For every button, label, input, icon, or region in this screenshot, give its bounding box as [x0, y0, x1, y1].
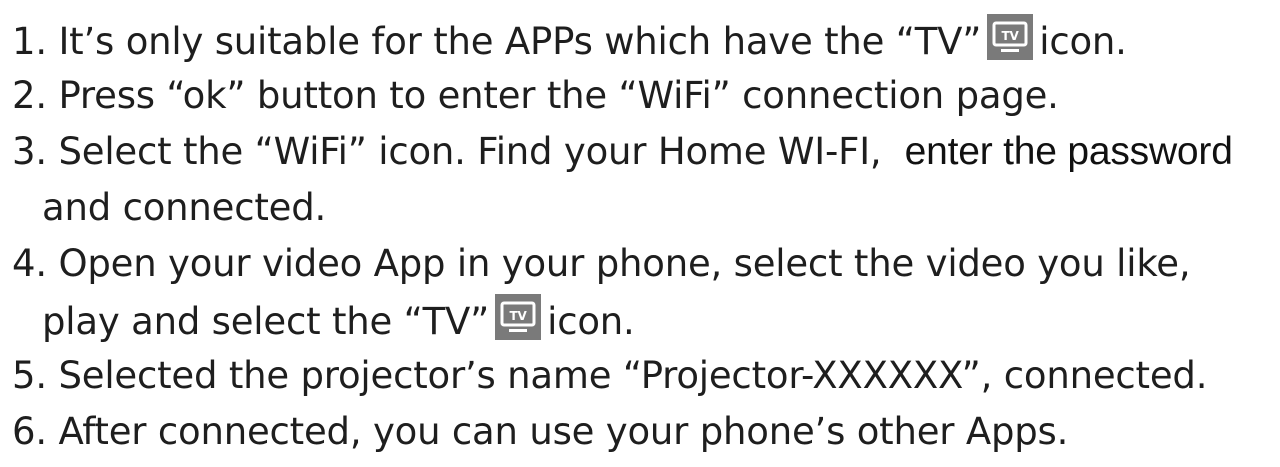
tv-icon-label: TV — [510, 309, 528, 323]
step-3-continuation: and connected. — [42, 182, 326, 234]
step-1: 1. It’s only suitable for the APPs which… — [12, 14, 1127, 66]
step-text-cont-after: icon. — [547, 300, 635, 343]
step-text: After connected, you can use your phone’… — [58, 410, 1069, 453]
step-text: Open your video App in your phone, selec… — [58, 242, 1191, 285]
tv-icon: TV — [987, 14, 1034, 60]
step-4: 4. Open your video App in your phone, se… — [12, 238, 1191, 290]
step-text: Selected the projector’s name “Projector… — [58, 354, 1208, 397]
step-text-cont: and connected. — [42, 186, 327, 229]
step-text-tail: enter the password — [904, 130, 1233, 173]
tv-icon: TV — [495, 294, 542, 340]
step-number: 2. — [12, 74, 59, 117]
step-5: 5. Selected the projector’s name “Projec… — [12, 350, 1207, 402]
tv-icon-label: TV — [1002, 29, 1020, 43]
step-number: 5. — [12, 354, 59, 397]
step-text: Press “ok” button to enter the “WiFi” co… — [58, 74, 1059, 117]
step-text: It’s only suitable for the APPs which ha… — [58, 20, 982, 63]
step-text: Select the “WiFi” icon. Find your Home W… — [58, 130, 882, 173]
step-number: 3. — [12, 130, 59, 173]
step-number: 4. — [12, 242, 59, 285]
step-number: 6. — [12, 410, 59, 453]
step-3: 3. Select the “WiFi” icon. Find your Hom… — [12, 126, 1233, 178]
step-4-continuation: play and select the “TV” TV icon. — [42, 294, 635, 346]
step-2: 2. Press “ok” button to enter the “WiFi”… — [12, 70, 1059, 122]
step-text-cont: play and select the “TV” — [42, 300, 490, 343]
step-6: 6. After connected, you can use your pho… — [12, 406, 1068, 458]
step-number: 1. — [12, 20, 59, 63]
step-text-after: icon. — [1039, 20, 1127, 63]
